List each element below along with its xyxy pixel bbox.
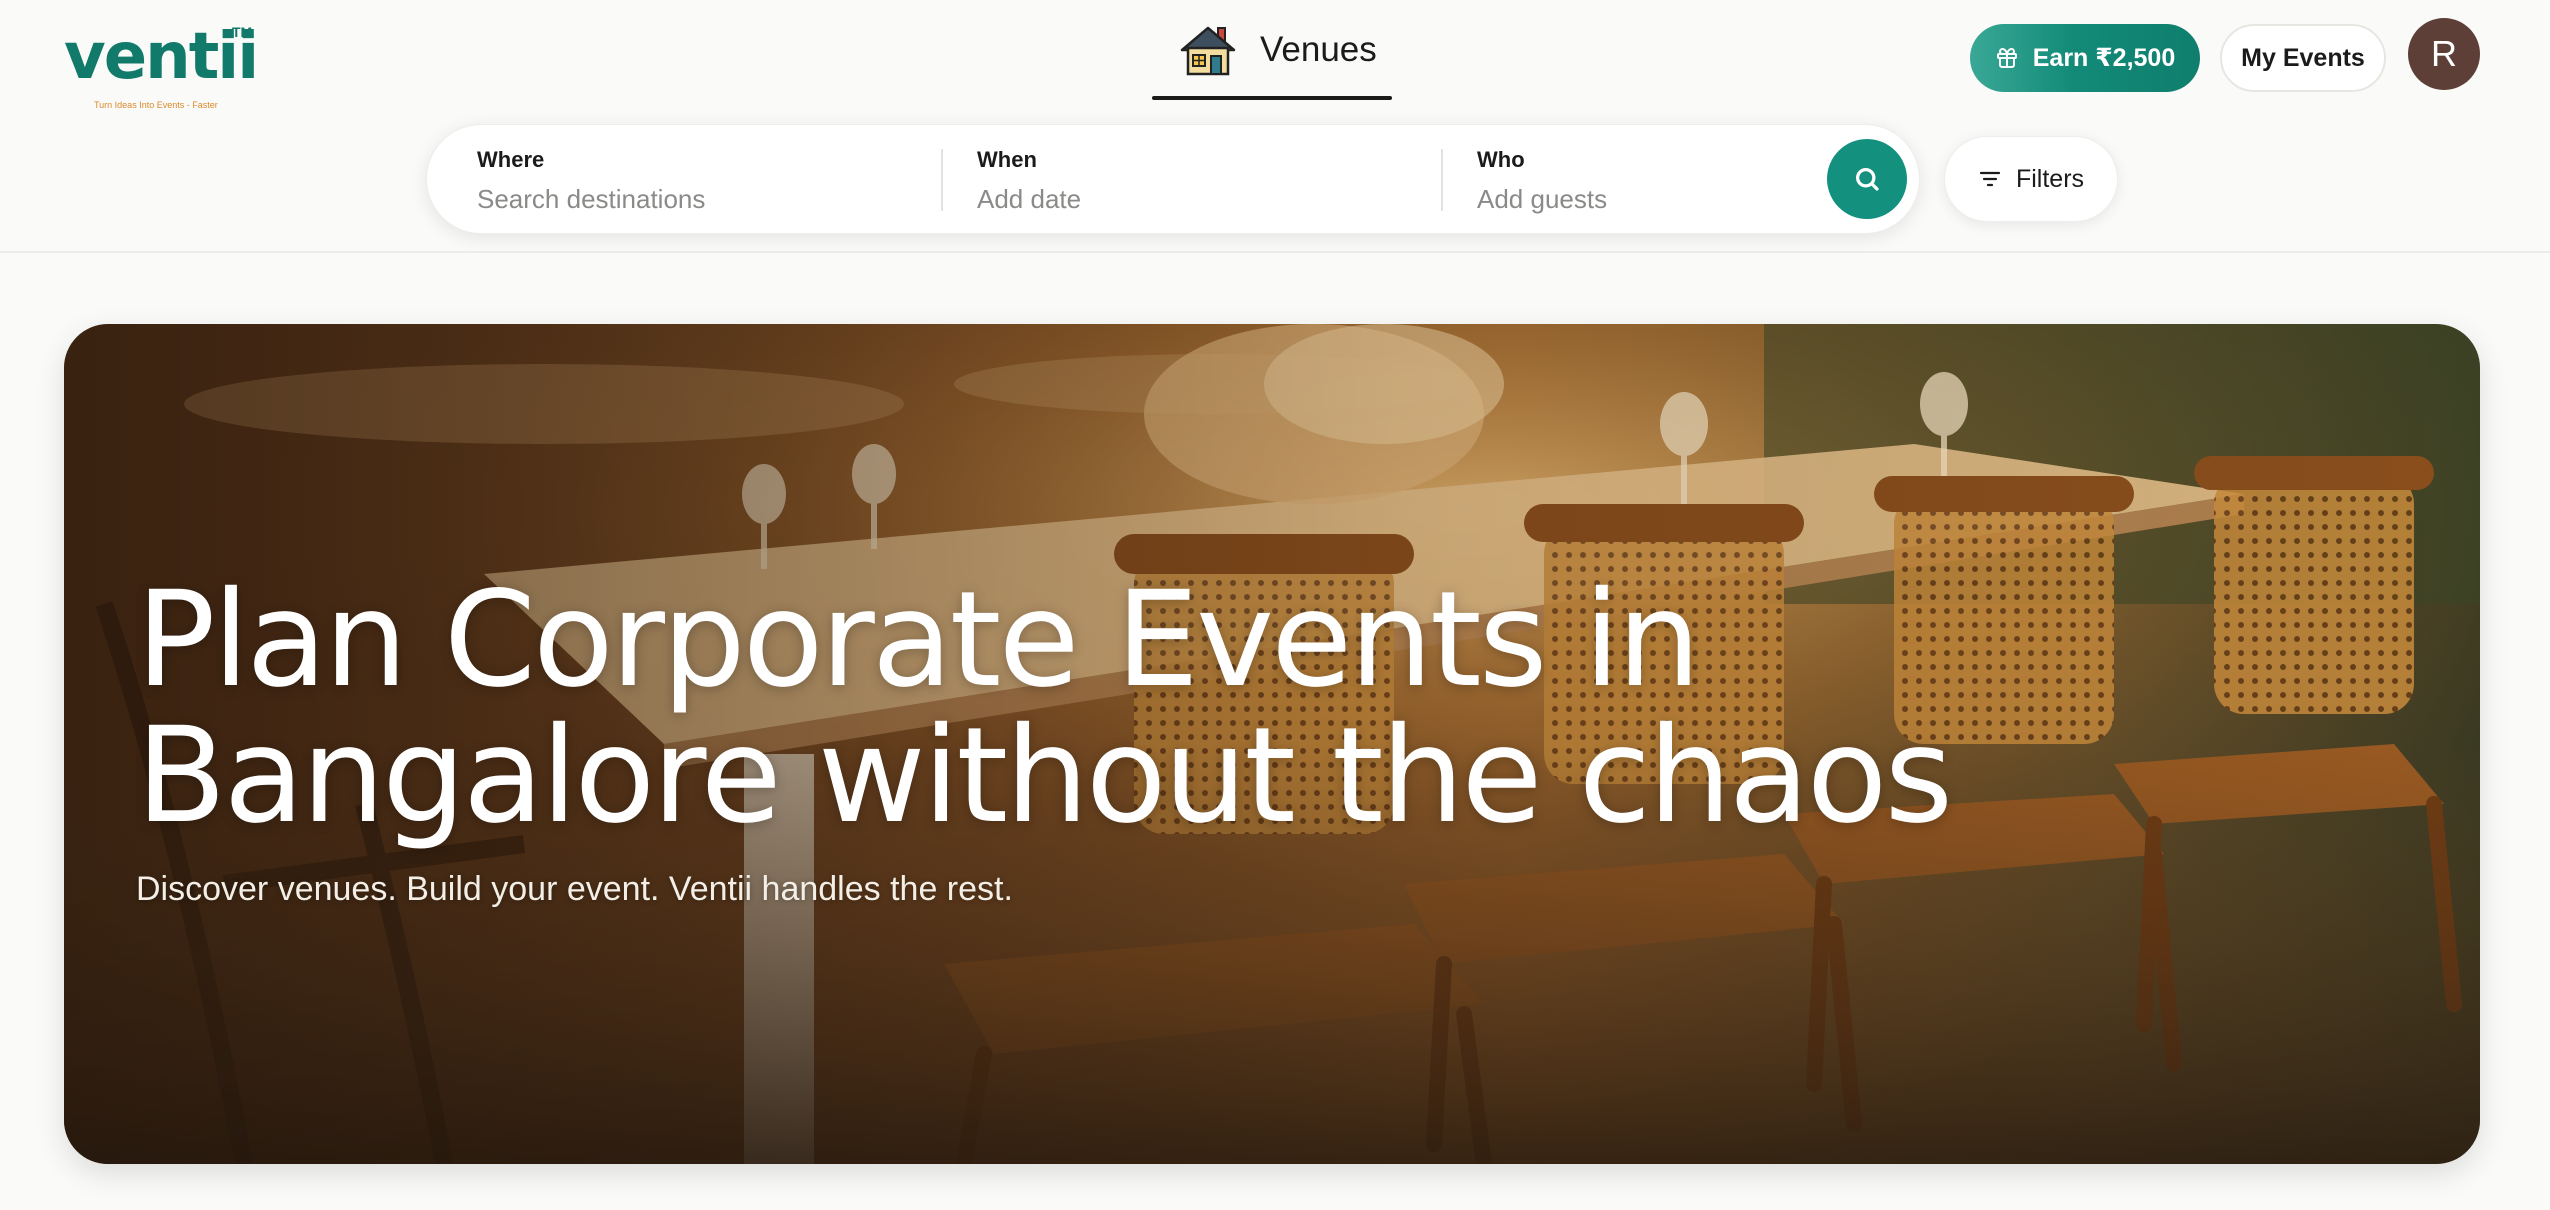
top-header: ventii TM Turn Ideas Into Events - Faste… <box>0 0 2550 253</box>
logo-trademark: TM <box>232 24 253 40</box>
ventii-logo[interactable]: ventii TM Turn Ideas Into Events - Faste… <box>64 20 259 110</box>
where-label: Where <box>477 147 545 172</box>
search-bar: Where When Who <box>426 124 1920 234</box>
gift-icon <box>1996 48 2017 68</box>
search-field-who[interactable]: Who <box>1443 125 1817 235</box>
active-tab-indicator <box>1152 96 1392 100</box>
tab-venues-label: Venues <box>1260 30 1377 69</box>
hero-subtitle: Discover venues. Build your event. Venti… <box>136 870 1013 908</box>
filters-button[interactable]: Filters <box>1944 136 2118 222</box>
when-label: When <box>977 147 1037 172</box>
tab-venues[interactable]: Venues <box>1152 14 1392 102</box>
when-input[interactable] <box>977 181 1397 217</box>
house-icon <box>1180 26 1236 76</box>
search-field-where[interactable]: Where <box>427 125 927 235</box>
search-icon <box>1856 168 1879 191</box>
who-input[interactable] <box>1477 181 1797 217</box>
filters-label: Filters <box>2015 164 2085 193</box>
who-label: Who <box>1477 147 1525 172</box>
search-field-when[interactable]: When <box>943 125 1427 235</box>
filter-lines-icon <box>1979 171 2001 187</box>
my-events-button[interactable]: My Events <box>2220 24 2386 92</box>
earn-label: Earn ₹2,500 <box>2032 44 2176 72</box>
hero-title: Plan Corporate Events in Bangalore witho… <box>136 572 2036 844</box>
earn-referral-button[interactable]: Earn ₹2,500 <box>1970 24 2200 92</box>
logo-tagline: Turn Ideas Into Events - Faster <box>94 100 218 110</box>
user-avatar[interactable]: R <box>2408 18 2480 90</box>
hero-banner: Plan Corporate Events in Bangalore witho… <box>64 324 2480 1164</box>
where-input[interactable] <box>477 181 897 217</box>
hero-title-line: Plan Corporate Events in <box>136 563 1701 717</box>
hero-title-line: Bangalore without the chaos <box>136 699 1953 853</box>
search-submit-button[interactable] <box>1827 139 1907 219</box>
logo-wordmark: ventii <box>64 20 259 94</box>
